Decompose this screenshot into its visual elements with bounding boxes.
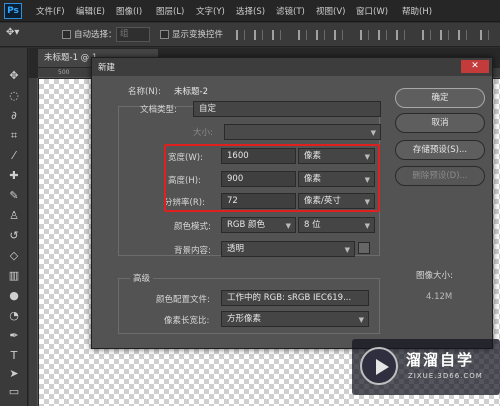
watermark-text: 溜溜自学 xyxy=(406,351,475,369)
name-label: 名称(N): xyxy=(128,87,161,97)
align-bottom-icon[interactable] xyxy=(272,30,281,40)
pen-icon[interactable]: ✒ xyxy=(5,328,23,344)
preset-label: 文档类型: xyxy=(140,105,177,115)
background-color-swatch[interactable] xyxy=(358,242,370,254)
align-vcenter-icon[interactable] xyxy=(254,30,263,40)
brush-icon[interactable]: ✎ xyxy=(5,188,23,204)
menu-bar: Ps 文件(F) 编辑(E) 图像(I) 图层(L) 文字(Y) 选择(S) 滤… xyxy=(0,0,500,22)
chevron-down-icon: ▼ xyxy=(358,316,364,324)
ruler-label: 500 xyxy=(58,69,70,76)
image-size-label: 图像大小: xyxy=(416,271,453,281)
save-preset-button[interactable]: 存储预设(S)... xyxy=(395,140,485,160)
vertical-ruler xyxy=(29,78,38,406)
menu-view[interactable]: 视图(V) xyxy=(316,5,345,17)
close-icon[interactable]: ✕ xyxy=(461,60,489,73)
new-document-dialog: 新建 ✕ 名称(N): 未标题-2 文档类型: 自定 大小: ▼ 宽度(W): … xyxy=(91,57,493,349)
stamp-icon[interactable]: ♙ xyxy=(5,208,23,224)
distribute-vcenter-icon[interactable] xyxy=(378,30,387,40)
chevron-down-icon: ▼ xyxy=(370,129,376,137)
image-size-value: 4.12M xyxy=(426,292,453,302)
color-mode-label: 颜色模式: xyxy=(174,222,211,232)
distribute-left-icon[interactable] xyxy=(422,30,431,40)
cancel-button[interactable]: 取消 xyxy=(395,113,485,133)
menu-image[interactable]: 图像(I) xyxy=(116,5,142,17)
menu-select[interactable]: 选择(S) xyxy=(236,5,265,17)
auto-select-value: 组 xyxy=(120,29,129,39)
menu-file[interactable]: 文件(F) xyxy=(36,5,65,17)
align-hcenter-icon[interactable] xyxy=(316,30,325,40)
pixel-aspect-select[interactable]: 方形像素 ▼ xyxy=(221,311,369,327)
healing-icon[interactable]: ✚ xyxy=(5,168,23,184)
history-brush-icon[interactable]: ↺ xyxy=(5,228,23,244)
eraser-icon[interactable]: ◇ xyxy=(5,248,23,264)
path-select-icon[interactable]: ➤ xyxy=(5,366,23,382)
distribute-right-icon[interactable] xyxy=(458,30,467,40)
delete-preset-button: 删除预设(D)... xyxy=(395,166,485,186)
menu-window[interactable]: 窗口(W) xyxy=(356,5,388,17)
color-mode-select[interactable]: RGB 颜色 ▼ xyxy=(221,217,296,233)
distribute-hcenter-icon[interactable] xyxy=(440,30,449,40)
background-select[interactable]: 透明 ▼ xyxy=(221,241,355,257)
distribute-bottom-icon[interactable] xyxy=(396,30,405,40)
background-label: 背景内容: xyxy=(174,246,211,256)
eyedropper-icon[interactable]: ⁄ xyxy=(5,148,23,164)
chevron-down-icon: ▼ xyxy=(344,246,350,254)
watermark-url: ZIXUE.3D66.COM xyxy=(408,372,483,380)
color-profile-select[interactable]: 工作中的 RGB: sRGB IEC619... xyxy=(221,290,369,306)
type-icon[interactable]: T xyxy=(5,348,23,364)
menu-help[interactable]: 帮助(H) xyxy=(402,5,432,17)
marquee-icon[interactable]: ◌ xyxy=(5,88,23,104)
menu-edit[interactable]: 编辑(E) xyxy=(76,5,105,17)
chevron-down-icon: ▼ xyxy=(285,222,291,230)
distribute-top-icon[interactable] xyxy=(360,30,369,40)
show-transform-label: 显示变换控件 xyxy=(172,30,224,40)
ok-button[interactable]: 确定 xyxy=(395,88,485,108)
blur-icon[interactable]: ● xyxy=(5,288,23,304)
auto-select-checkbox[interactable] xyxy=(62,30,71,39)
shape-icon[interactable]: ▭ xyxy=(5,384,23,400)
menu-layer[interactable]: 图层(L) xyxy=(156,5,184,17)
align-top-icon[interactable] xyxy=(236,30,245,40)
auto-select-dropdown[interactable]: 组 xyxy=(116,27,150,42)
play-icon xyxy=(376,359,389,375)
color-mode-value: RGB 颜色 xyxy=(227,220,266,230)
crop-icon[interactable]: ⌗ xyxy=(5,128,23,144)
dodge-icon[interactable]: ◔ xyxy=(5,308,23,324)
bit-depth-value: 8 位 xyxy=(304,220,321,230)
align-right-icon[interactable] xyxy=(334,30,343,40)
pixel-aspect-label: 像素长宽比: xyxy=(164,316,210,326)
size-select[interactable]: ▼ xyxy=(224,124,381,140)
move-tool-preset-icon[interactable]: ✥▾ xyxy=(6,27,19,38)
chevron-down-icon: ▼ xyxy=(364,222,370,230)
name-field[interactable]: 未标题-2 xyxy=(174,85,208,97)
dialog-title: 新建 xyxy=(98,63,116,73)
tools-panel: ✥ ◌ ∂ ⌗ ⁄ ✚ ✎ ♙ ↺ ◇ ▥ ● ◔ ✒ T ➤ ▭ xyxy=(0,48,28,406)
auto-select-label: 自动选择： xyxy=(74,30,117,40)
advanced-label[interactable]: 高级 xyxy=(130,272,154,284)
options-bar: ✥▾ 自动选择： 组 显示变换控件 xyxy=(0,23,500,47)
gradient-icon[interactable]: ▥ xyxy=(5,268,23,284)
lasso-icon[interactable]: ∂ xyxy=(5,108,23,124)
highlight-box xyxy=(164,144,380,212)
menu-filter[interactable]: 滤镜(T) xyxy=(276,5,305,17)
pixel-aspect-value: 方形像素 xyxy=(227,314,262,324)
watermark: 溜溜自学 ZIXUE.3D66.COM xyxy=(352,339,500,395)
preset-select[interactable]: 自定 xyxy=(193,101,381,117)
bit-depth-select[interactable]: 8 位 ▼ xyxy=(298,217,375,233)
color-profile-label: 颜色配置文件: xyxy=(156,295,210,305)
menu-type[interactable]: 文字(Y) xyxy=(196,5,225,17)
play-logo-icon xyxy=(360,347,398,385)
auto-align-icon[interactable] xyxy=(480,30,489,40)
dialog-titlebar[interactable]: 新建 ✕ xyxy=(92,58,492,76)
size-label: 大小: xyxy=(193,128,213,138)
move-icon[interactable]: ✥ xyxy=(5,68,23,84)
background-value: 透明 xyxy=(227,244,245,254)
photoshop-logo: Ps xyxy=(4,3,22,19)
preset-value: 自定 xyxy=(199,104,217,114)
align-left-icon[interactable] xyxy=(298,30,307,40)
color-profile-value: 工作中的 RGB: sRGB IEC619... xyxy=(227,293,352,303)
show-transform-checkbox[interactable] xyxy=(160,30,169,39)
